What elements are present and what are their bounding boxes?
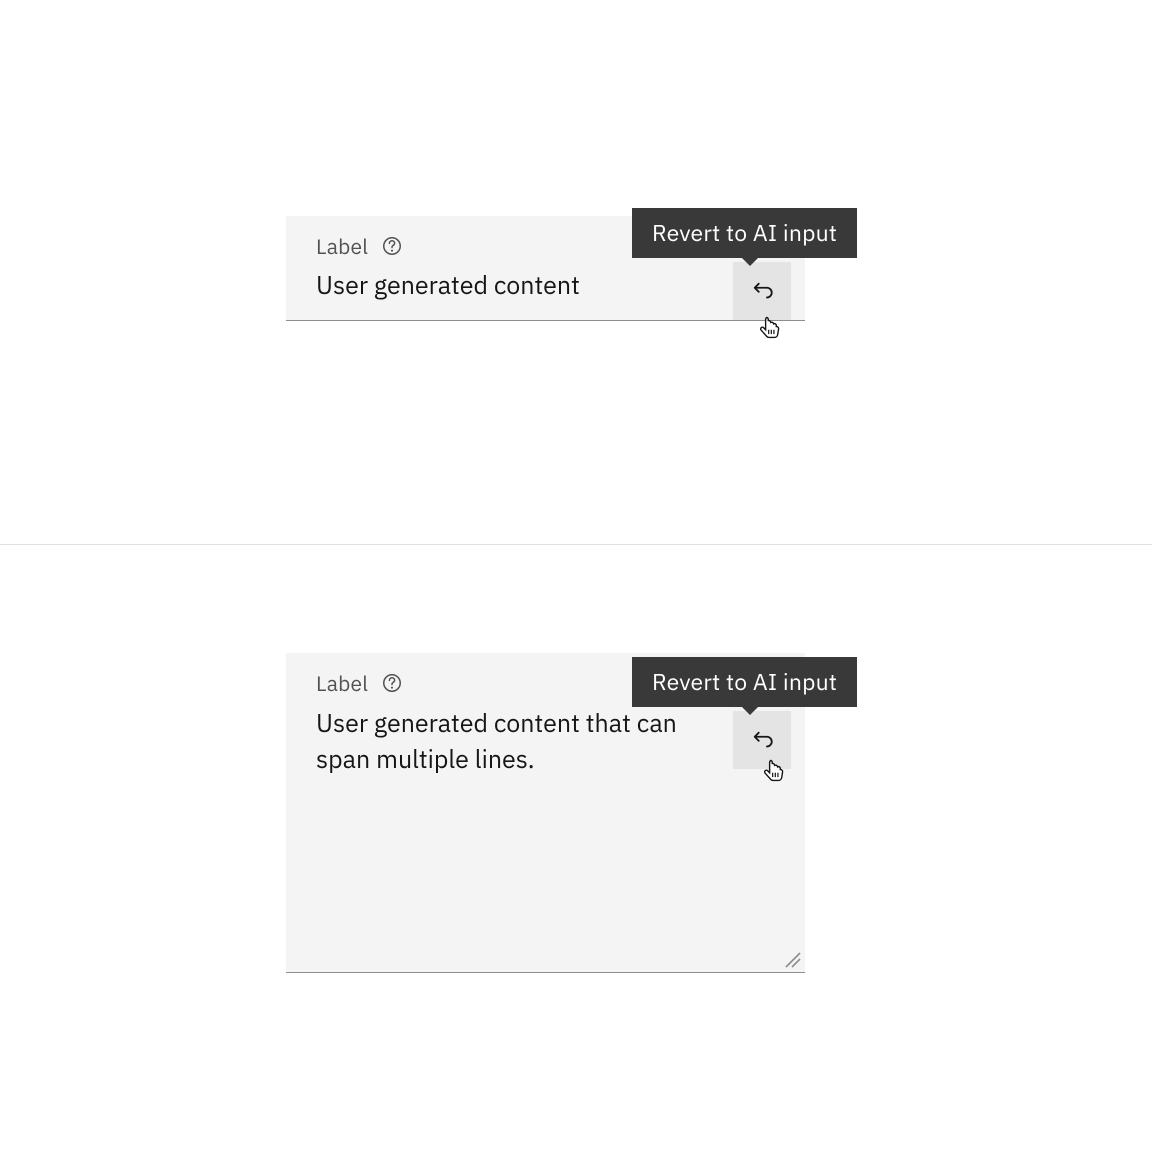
- tooltip: Revert to AI input: [632, 208, 857, 258]
- undo-icon: [749, 278, 775, 304]
- textarea-value[interactable]: User generated content that can span mul…: [286, 705, 805, 778]
- input-label: Label: [316, 232, 368, 260]
- tooltip-text: Revert to AI input: [652, 218, 837, 248]
- tooltip-text: Revert to AI input: [652, 667, 837, 697]
- input-value[interactable]: User generated content: [286, 268, 805, 302]
- example-single-line: Label User generated content: [0, 0, 1152, 544]
- resize-handle-icon[interactable]: [783, 950, 801, 968]
- example-multi-line: Label User generated content that can sp…: [0, 544, 1152, 1152]
- help-icon[interactable]: [380, 234, 404, 258]
- undo-icon: [749, 727, 775, 753]
- textarea-label: Label: [316, 669, 368, 697]
- help-icon[interactable]: [380, 671, 404, 695]
- revert-button[interactable]: [733, 711, 791, 769]
- tooltip: Revert to AI input: [632, 657, 857, 707]
- revert-button[interactable]: [733, 262, 791, 320]
